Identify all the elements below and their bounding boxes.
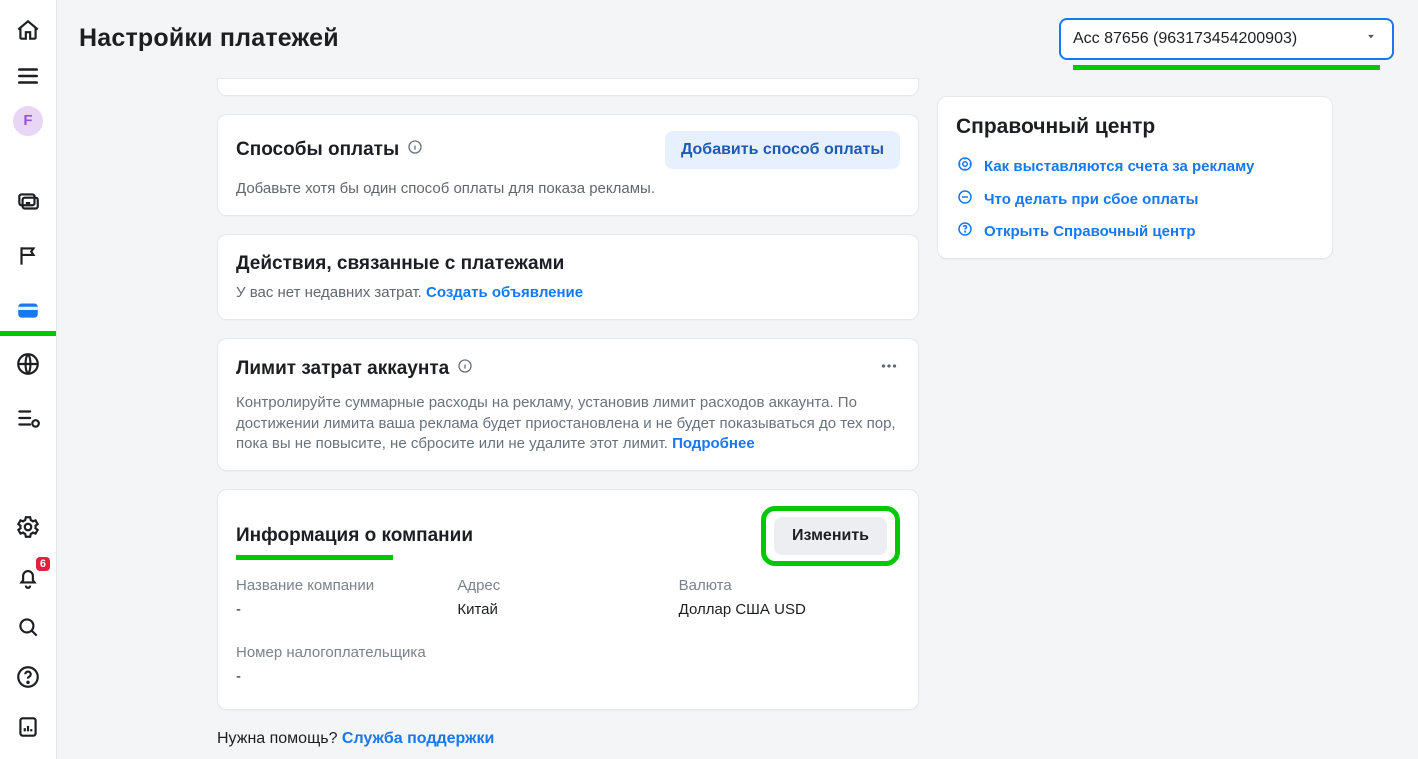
address-label: Адрес xyxy=(457,576,678,596)
payment-actions-title: Действия, связанные с платежами xyxy=(236,251,900,277)
payment-methods-title: Способы оплаты xyxy=(236,137,399,163)
bell-icon[interactable]: 6 xyxy=(12,561,44,593)
payment-methods-card: Способы оплаты Добавить способ оплаты До… xyxy=(217,114,919,216)
support-link[interactable]: Служба поддержки xyxy=(342,730,494,747)
settings-lines-icon[interactable] xyxy=(12,402,44,434)
home-icon[interactable] xyxy=(12,14,44,46)
card-icon[interactable] xyxy=(12,294,44,326)
info-icon[interactable] xyxy=(457,358,473,380)
chevron-down-icon xyxy=(1364,28,1378,50)
business-info-card: Информация о компании Изменить Название … xyxy=(217,489,919,710)
question-circle-icon xyxy=(956,220,974,244)
info-icon[interactable] xyxy=(407,139,423,161)
help-icon[interactable] xyxy=(12,661,44,693)
previous-card-stub xyxy=(217,78,919,96)
help-link[interactable]: Что делать при сбое оплаты xyxy=(984,190,1198,210)
account-selected-value: Acc 87656 (963173454200903) xyxy=(1073,28,1297,50)
more-icon[interactable] xyxy=(878,355,900,383)
spend-limit-desc: Контролируйте суммарные расходы на рекла… xyxy=(236,393,900,454)
business-info-title: Информация о компании xyxy=(236,523,473,549)
flag-icon[interactable] xyxy=(12,240,44,272)
account-dropdown[interactable]: Acc 87656 (963173454200903) xyxy=(1059,18,1394,60)
footer-help: Нужна помощь? Служба поддержки xyxy=(217,728,919,750)
avatar[interactable]: F xyxy=(13,106,43,136)
billing-icon xyxy=(956,155,974,179)
help-item-failure[interactable]: Что делать при сбое оплаты xyxy=(956,188,1314,212)
help-item-open-center[interactable]: Открыть Справочный центр xyxy=(956,220,1314,244)
search-icon[interactable] xyxy=(12,611,44,643)
currency-label: Валюта xyxy=(679,576,900,596)
stack-icon[interactable] xyxy=(12,186,44,218)
learn-more-link[interactable]: Подробнее xyxy=(672,435,755,452)
payment-actions-card: Действия, связанные с платежами У вас не… xyxy=(217,234,919,320)
help-link[interactable]: Открыть Справочный центр xyxy=(984,222,1196,242)
page: Настройки платежей Acc 87656 (9631734542… xyxy=(57,0,1418,759)
company-name-value: - xyxy=(236,600,457,620)
help-item-billing[interactable]: Как выставляются счета за рекламу xyxy=(956,155,1314,179)
edit-button[interactable]: Изменить xyxy=(774,517,887,555)
create-ad-link[interactable]: Создать объявление xyxy=(426,284,583,301)
add-payment-method-button[interactable]: Добавить способ оплаты xyxy=(665,131,900,169)
help-center-card: Справочный центр Как выставляются счета … xyxy=(937,96,1333,259)
currency-value: Доллар США USD xyxy=(679,600,900,620)
minus-circle-icon xyxy=(956,188,974,212)
tax-value: - xyxy=(236,667,457,687)
tax-label: Номер налогоплательщика xyxy=(236,643,457,663)
payment-methods-sub: Добавьте хотя бы один способ оплаты для … xyxy=(236,179,900,199)
help-center-title: Справочный центр xyxy=(956,113,1314,141)
spend-limit-title: Лимит затрат аккаунта xyxy=(236,356,449,382)
help-link[interactable]: Как выставляются счета за рекламу xyxy=(984,157,1254,177)
report-icon[interactable] xyxy=(12,711,44,743)
address-value: Китай xyxy=(457,600,678,620)
page-title: Настройки платежей xyxy=(79,22,339,56)
globe-icon[interactable] xyxy=(12,348,44,380)
left-rail: F 6 xyxy=(0,0,57,759)
gear-icon[interactable] xyxy=(12,511,44,543)
notification-badge: 6 xyxy=(36,557,50,571)
spend-limit-card: Лимит затрат аккаунта Контролируйте сумм… xyxy=(217,338,919,471)
menu-icon[interactable] xyxy=(12,60,44,92)
edit-highlight-box: Изменить xyxy=(761,506,900,566)
payment-actions-sub: У вас нет недавних затрат. Создать объяв… xyxy=(236,283,900,303)
company-name-label: Название компании xyxy=(236,576,457,596)
